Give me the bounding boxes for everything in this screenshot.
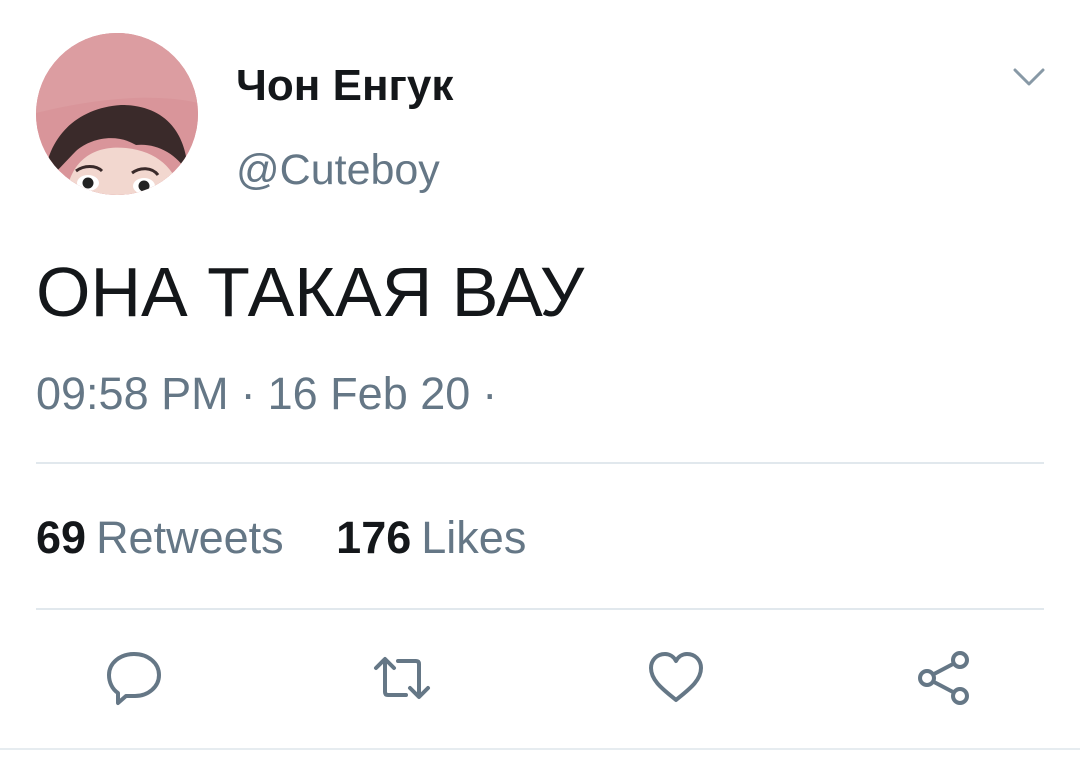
reply-button[interactable] <box>104 648 164 708</box>
tweet-stats: 69 Retweets 176 Likes <box>36 510 526 566</box>
retweets-count: 69 <box>36 512 87 563</box>
divider <box>36 462 1044 464</box>
meta-separator: · <box>240 368 256 419</box>
tweet-time: 09:58 PM <box>36 368 229 419</box>
heart-icon <box>649 652 703 702</box>
tweet-text: ОНА ТАКАЯ ВАУ <box>36 253 585 331</box>
retweet-button[interactable] <box>372 648 432 708</box>
display-name[interactable]: Чон Енгук <box>236 58 453 114</box>
avatar[interactable] <box>36 33 198 195</box>
share-icon <box>918 651 969 705</box>
tweet-date: 16 Feb 20 <box>267 368 471 419</box>
avatar-photo <box>36 33 198 195</box>
likes-label: Likes <box>421 512 527 563</box>
bottom-divider <box>0 748 1080 750</box>
likes-stat[interactable]: 176 Likes <box>336 510 526 566</box>
like-button[interactable] <box>646 648 706 708</box>
tweet-detail: Чон Енгук @Cuteboy ОНА ТАКАЯ ВАУ 09:58 P… <box>0 0 1080 770</box>
share-button[interactable] <box>914 648 974 708</box>
user-handle[interactable]: @Cuteboy <box>236 143 440 197</box>
retweet-icon <box>374 657 430 699</box>
tweet-timestamp: 09:58 PM · 16 Feb 20 · <box>36 366 509 422</box>
likes-count: 176 <box>336 512 412 563</box>
reply-icon <box>107 652 161 705</box>
retweets-stat[interactable]: 69 Retweets <box>36 510 284 566</box>
retweets-label: Retweets <box>96 512 284 563</box>
meta-separator-trailing: · <box>482 368 498 419</box>
divider <box>36 608 1044 610</box>
chevron-down-icon[interactable] <box>1012 64 1046 90</box>
